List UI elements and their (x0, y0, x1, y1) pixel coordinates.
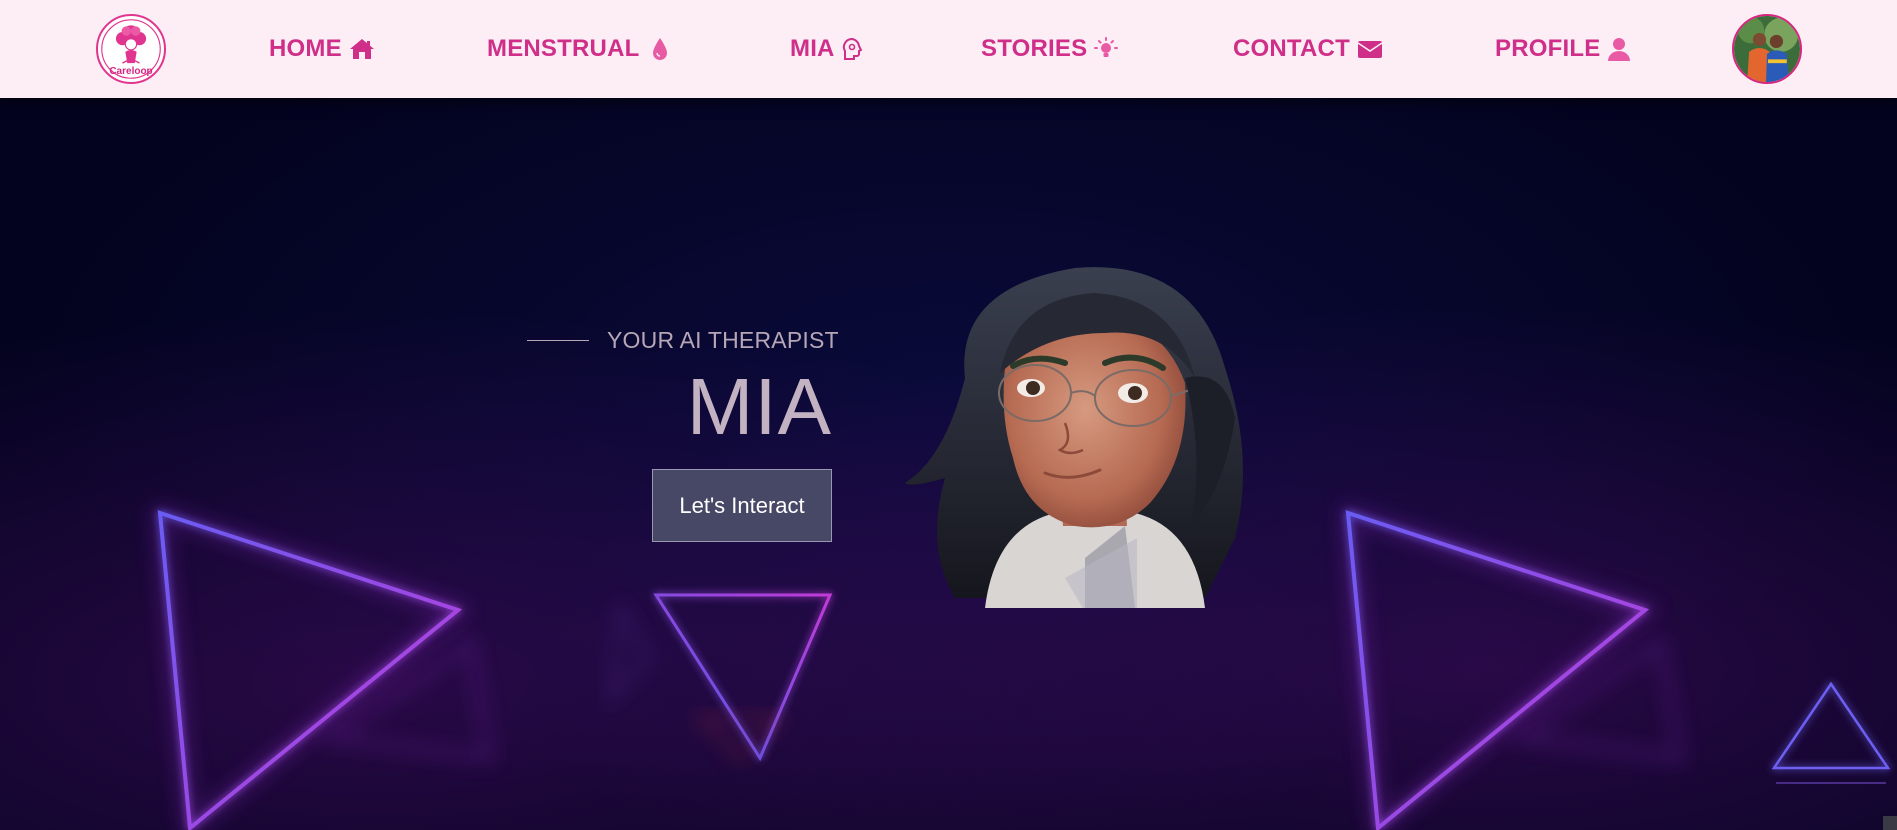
avatar-photo (1734, 16, 1800, 82)
hero-subtitle-group: YOUR AI THERAPIST (527, 327, 839, 354)
subtitle-divider (527, 340, 589, 341)
careloop-logo[interactable]: Careloop (96, 14, 166, 84)
nav-profile-label: PROFILE (1495, 35, 1601, 62)
user-icon (1607, 37, 1631, 61)
nav-mia-label: MIA (790, 35, 835, 62)
logo-text: Careloop (109, 66, 153, 77)
nav-stories[interactable]: STORIES (981, 34, 1119, 64)
nav-contact[interactable]: CONTACT (1233, 34, 1383, 64)
nav-menstrual[interactable]: MENSTRUAL (487, 34, 668, 64)
user-avatar[interactable] (1732, 14, 1802, 84)
droplet-icon (652, 37, 668, 61)
nav-mia[interactable]: MIA (790, 34, 862, 64)
home-icon (349, 38, 375, 60)
mia-avatar-illustration (905, 267, 1243, 608)
nav-profile[interactable]: PROFILE (1495, 34, 1631, 64)
lets-interact-button[interactable]: Let's Interact (652, 469, 832, 542)
top-navbar: Careloop HOME MENSTRUAL MIA STORIES CONT… (0, 0, 1897, 98)
nav-contact-label: CONTACT (1233, 35, 1350, 62)
hero-section: YOUR AI THERAPIST MIA Let's Interact (0, 98, 1897, 830)
nav-stories-label: STORIES (981, 35, 1088, 62)
lightbulb-icon (1094, 37, 1119, 61)
brain-head-icon (842, 37, 862, 61)
hero-subtitle: YOUR AI THERAPIST (607, 327, 839, 353)
hero-title: MIA (686, 362, 832, 451)
nav-home[interactable]: HOME (269, 34, 375, 64)
envelope-icon (1357, 39, 1383, 59)
nav-menstrual-label: MENSTRUAL (487, 35, 640, 62)
nav-home-label: HOME (269, 35, 342, 62)
page: Careloop HOME MENSTRUAL MIA STORIES CONT… (0, 0, 1897, 830)
scrollbar-corner[interactable] (1883, 816, 1897, 830)
